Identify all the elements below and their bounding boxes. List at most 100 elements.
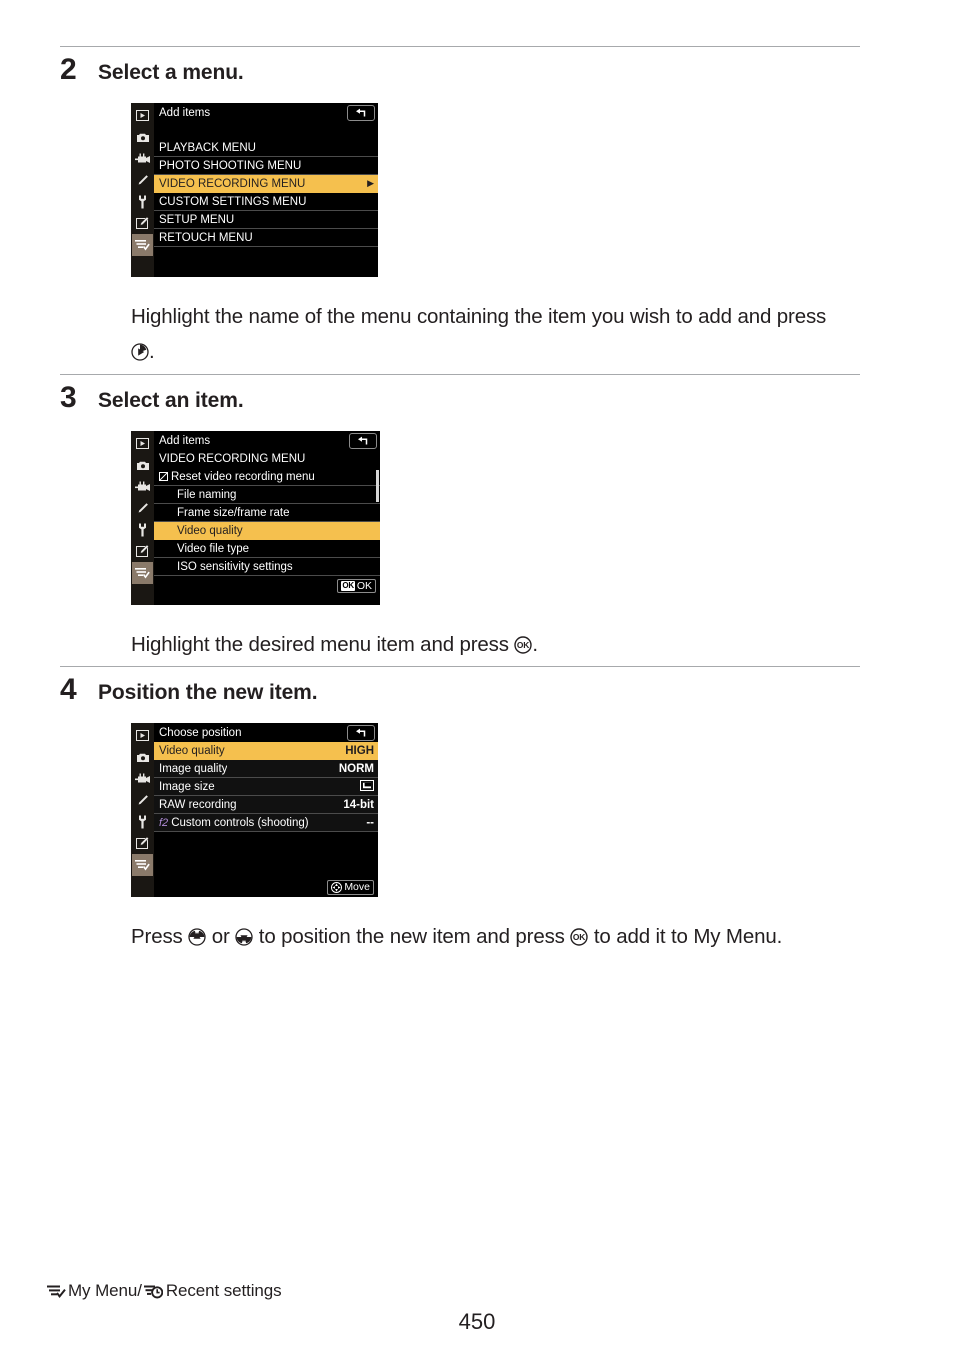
step-heading: 4 Position the new item. — [60, 675, 860, 705]
table-row[interactable]: ISO sensitivity settings — [154, 558, 380, 576]
table-row[interactable]: PLAYBACK MENU — [154, 139, 378, 157]
retouch-icon[interactable] — [132, 541, 153, 563]
step-instruction: Highlight the name of the menu containin… — [131, 299, 847, 369]
instruction-text: Press — [131, 925, 189, 948]
table-row[interactable]: PHOTO SHOOTING MENU — [154, 157, 378, 175]
my-menu-icon — [46, 1281, 66, 1301]
retouch-icon[interactable] — [132, 833, 153, 855]
table-row[interactable]: RETOUCH MENU — [154, 229, 378, 247]
step-block-2: 2 Select a menu. Add items PLAYBACK MENU… — [60, 46, 860, 369]
rail-filler — [132, 256, 153, 278]
playback-icon[interactable] — [132, 105, 153, 127]
multi-selector-up-icon — [188, 928, 206, 946]
screen-spacer — [154, 832, 378, 877]
row-label: File naming — [177, 488, 237, 501]
table-row-selected[interactable]: Video quality — [154, 522, 380, 540]
multi-selector-down-icon — [235, 928, 253, 946]
step-heading: 2 Select a menu. — [60, 55, 860, 85]
row-label: PLAYBACK MENU — [159, 141, 256, 154]
retouch-icon[interactable] — [132, 213, 153, 235]
custom-settings-pencil-icon[interactable] — [132, 170, 153, 192]
step-title: Select a menu. — [98, 61, 244, 84]
video-recording-icon[interactable] — [132, 148, 153, 170]
photo-shooting-icon[interactable] — [132, 455, 153, 477]
screen-title: Choose position — [159, 726, 242, 739]
row-label-text: Reset video recording menu — [171, 470, 315, 483]
my-menu-icon[interactable] — [132, 854, 153, 876]
multi-selector-icon — [331, 881, 343, 893]
playback-icon[interactable] — [132, 433, 153, 455]
instruction-text-end: . — [149, 340, 155, 363]
step-number: 3 — [60, 381, 77, 414]
ok-button-icon: OK — [514, 636, 533, 654]
table-row[interactable]: Image quality NORM — [154, 760, 378, 778]
custom-settings-pencil-icon[interactable] — [132, 498, 153, 520]
screen-body: Add items VIDEO RECORDING MENU Reset vid… — [154, 431, 380, 605]
menu-row-list: Reset video recording menu File naming F… — [154, 468, 380, 576]
screen-titlebar: Choose position — [154, 723, 378, 742]
video-recording-icon[interactable] — [132, 768, 153, 790]
svg-text:OK: OK — [573, 932, 585, 942]
table-row[interactable]: File naming — [154, 486, 380, 504]
video-recording-icon[interactable] — [132, 476, 153, 498]
return-arrow-icon[interactable] — [349, 432, 377, 449]
table-row[interactable]: Image size — [154, 778, 378, 796]
setup-wrench-icon[interactable] — [132, 191, 153, 213]
row-label: Video quality — [177, 524, 243, 537]
screen-title: Add items — [159, 434, 211, 447]
table-row[interactable]: RAW recording 14-bit — [154, 796, 378, 814]
table-row-selected[interactable]: Video quality HIGH — [154, 742, 378, 760]
move-button-badge[interactable]: Move — [327, 879, 374, 895]
row-label: Image quality — [159, 762, 228, 775]
screen-titlebar: Add items — [154, 431, 380, 450]
custom-settings-pencil-icon[interactable] — [132, 790, 153, 812]
step-number: 2 — [60, 53, 77, 86]
menu-rail — [131, 723, 154, 897]
rail-filler — [132, 876, 153, 898]
screen-body: Choose position Video quality HIGH Image… — [154, 723, 378, 897]
instruction-text-end: to add it to My Menu. — [588, 925, 783, 948]
screen-title: Add items — [159, 106, 211, 119]
row-label: PHOTO SHOOTING MENU — [159, 159, 302, 172]
photo-shooting-icon[interactable] — [132, 127, 153, 149]
step-title: Select an item. — [98, 389, 244, 412]
table-row[interactable]: f2 Custom controls (shooting) -- — [154, 814, 378, 832]
return-arrow-icon[interactable] — [347, 104, 375, 121]
camera-screen-add-items-menus: Add items PLAYBACK MENU PHOTO SHOOTING M… — [131, 103, 378, 277]
table-row-selected[interactable]: VIDEO RECORDING MENU ▶ — [154, 175, 378, 193]
my-menu-icon[interactable] — [132, 562, 153, 584]
playback-icon[interactable] — [132, 725, 153, 747]
ok-button-badge[interactable]: OK OK — [337, 578, 376, 594]
screen-footer: Move — [154, 877, 378, 897]
table-row[interactable]: Reset video recording menu — [154, 468, 380, 486]
row-value: NORM — [338, 762, 374, 775]
setup-wrench-icon[interactable] — [132, 811, 153, 833]
row-label: Image size — [159, 780, 215, 793]
step-divider — [60, 666, 860, 667]
step-number: 4 — [60, 673, 77, 706]
step-block-4: 4 Position the new item. Choose position… — [60, 666, 860, 954]
screen-spacer — [154, 247, 378, 273]
screen-titlebar: Add items — [154, 103, 378, 122]
camera-screen-choose-position: Choose position Video quality HIGH Image… — [131, 723, 378, 897]
my-menu-icon[interactable] — [132, 234, 153, 256]
reset-icon — [159, 472, 168, 481]
menu-rail — [131, 103, 154, 277]
photo-shooting-icon[interactable] — [132, 747, 153, 769]
manual-page: 2 Select a menu. Add items PLAYBACK MENU… — [0, 0, 954, 1345]
instruction-text-end: . — [532, 633, 538, 656]
instruction-text: Highlight the desired menu item and pres… — [131, 633, 515, 656]
table-row[interactable]: CUSTOM SETTINGS MENU — [154, 193, 378, 211]
step-title: Position the new item. — [98, 681, 318, 704]
row-value: -- — [366, 816, 374, 829]
table-row[interactable]: Frame size/frame rate — [154, 504, 380, 522]
scrollbar[interactable] — [376, 470, 379, 502]
table-row[interactable]: Video file type — [154, 540, 380, 558]
screen-footer: OK OK — [154, 576, 380, 596]
table-row[interactable]: SETUP MENU — [154, 211, 378, 229]
instruction-text-mid2: to position the new item and press — [253, 925, 571, 948]
setup-wrench-icon[interactable] — [132, 519, 153, 541]
return-arrow-icon[interactable] — [347, 724, 375, 741]
step-instruction: Press or to position the new item and pr… — [131, 919, 847, 954]
footer-section-tab: My Menu/ Recent settings — [46, 1281, 282, 1301]
